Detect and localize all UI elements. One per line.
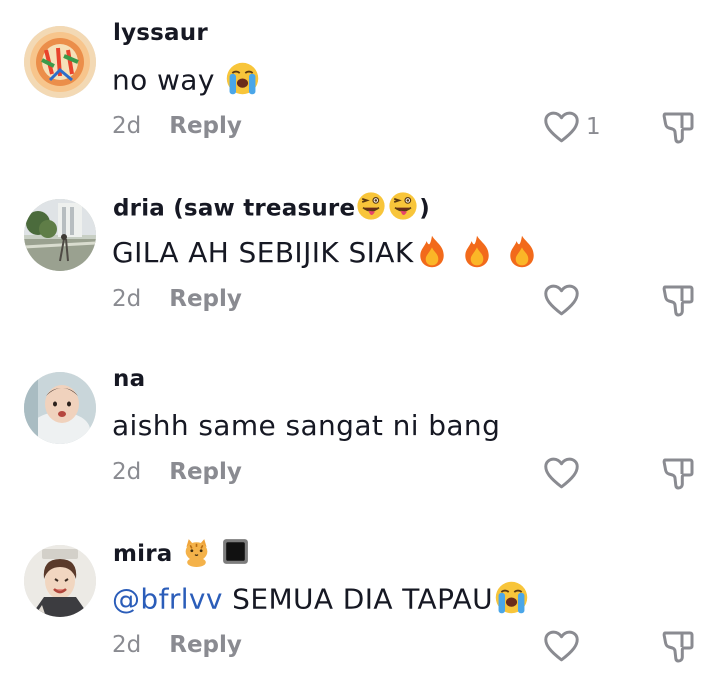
like-button[interactable] (543, 455, 580, 491)
reply-button[interactable]: Reply (169, 632, 242, 658)
like-button[interactable]: 1 (543, 109, 601, 145)
reply-button[interactable]: Reply (169, 459, 242, 485)
fire-emoji (459, 233, 495, 269)
tiger-cat-emoji (181, 536, 212, 567)
comment-text: aishh same sangat ni bang (112, 409, 501, 442)
heart-outline-icon (543, 283, 580, 317)
comment-meta: 2d Reply (112, 113, 242, 139)
winking-tongue-face-emoji (387, 190, 419, 222)
like-button[interactable] (543, 628, 580, 664)
heart-outline-icon (543, 456, 580, 490)
avatar[interactable] (24, 372, 96, 444)
comment-time: 2d (112, 113, 142, 139)
thumbs-down-icon (660, 109, 696, 145)
like-button[interactable] (543, 282, 580, 318)
comment-text: GILA AH SEBIJIK SIAK (112, 236, 540, 272)
username[interactable]: dria (saw treasure) (113, 193, 430, 225)
comment-meta: 2d Reply (112, 459, 242, 485)
dislike-button[interactable] (660, 282, 696, 318)
username[interactable]: mira (113, 539, 251, 570)
fire-emoji (414, 233, 450, 269)
heart-outline-icon (543, 110, 580, 144)
like-count: 1 (586, 114, 601, 140)
dislike-button[interactable] (660, 109, 696, 145)
comment-time: 2d (112, 459, 142, 485)
black-square-emoji (220, 536, 251, 567)
comment-text: @bfrlvv SEMUA DIA TAPAU (112, 582, 530, 619)
loudly-crying-face-emoji (224, 60, 261, 97)
comment-item: lyssaur no way 2d Reply 1 (0, 0, 720, 172)
dislike-button[interactable] (660, 628, 696, 664)
fire-emoji (504, 233, 540, 269)
heart-outline-icon (543, 629, 580, 663)
comment-text: no way (112, 63, 261, 100)
winking-tongue-face-emoji (355, 190, 387, 222)
comment-meta: 2d Reply (112, 632, 242, 658)
reply-button[interactable]: Reply (169, 113, 242, 139)
thumbs-down-icon (660, 455, 696, 491)
comment-item: mira @bfrlvv SEMUA DIA TAPAU 2d Reply (0, 519, 720, 691)
dislike-button[interactable] (660, 455, 696, 491)
comment-item: na aishh same sangat ni bang 2d Reply (0, 346, 720, 518)
username[interactable]: na (113, 366, 145, 392)
avatar[interactable] (24, 26, 96, 98)
avatar[interactable] (24, 545, 96, 617)
username[interactable]: lyssaur (113, 20, 208, 46)
reply-button[interactable]: Reply (169, 286, 242, 312)
avatar[interactable] (24, 199, 96, 271)
comment-item: dria (saw treasure) GILA AH SEBIJIK SIAK… (0, 173, 720, 345)
mention-link[interactable]: @bfrlvv (112, 583, 223, 616)
thumbs-down-icon (660, 282, 696, 318)
comment-time: 2d (112, 286, 142, 312)
loudly-crying-face-emoji (493, 579, 530, 616)
comment-meta: 2d Reply (112, 286, 242, 312)
comment-time: 2d (112, 632, 142, 658)
thumbs-down-icon (660, 628, 696, 664)
